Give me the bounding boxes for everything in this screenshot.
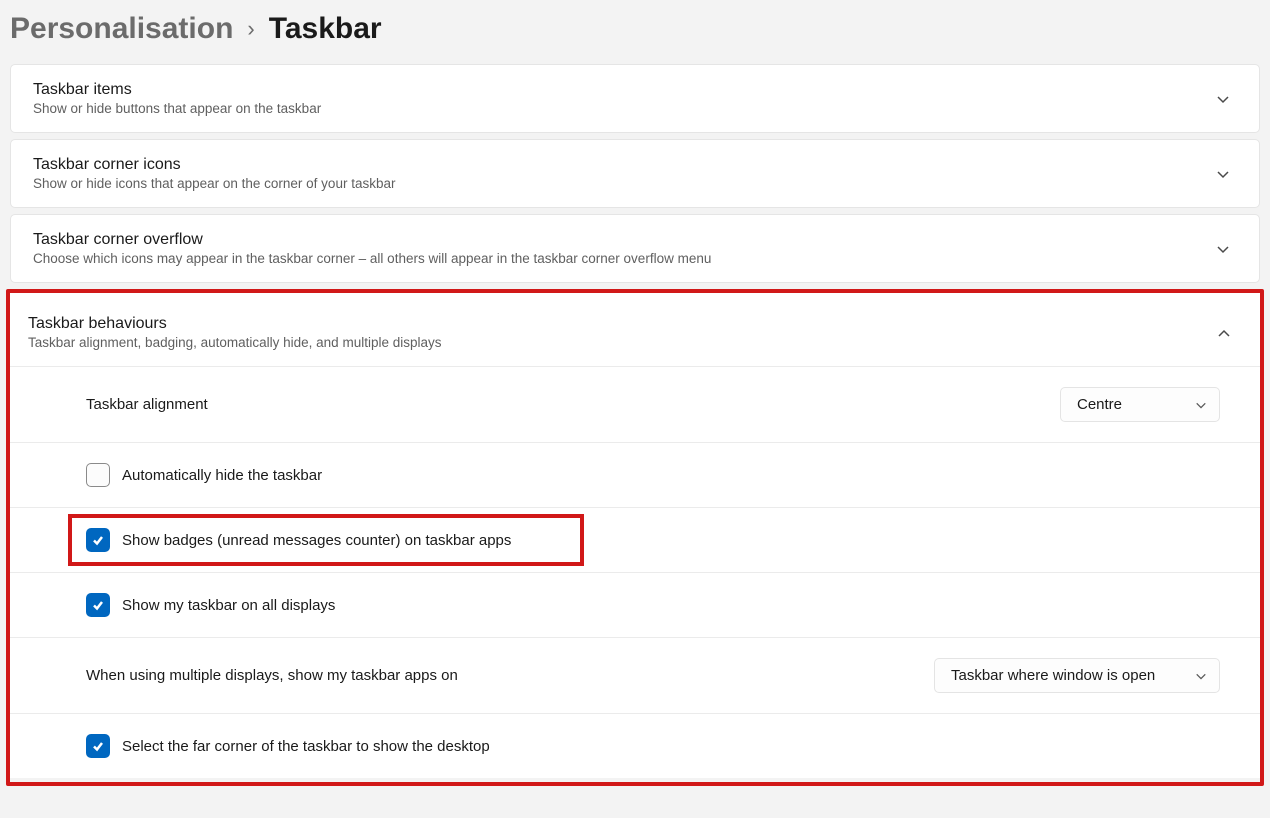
chevron-right-icon: › [247, 16, 254, 42]
breadcrumb-parent[interactable]: Personalisation [10, 12, 233, 46]
chevron-down-icon [1195, 399, 1207, 411]
setting-all-displays: Show my taskbar on all displays [10, 572, 1260, 637]
setting-autohide: Automatically hide the taskbar [10, 442, 1260, 507]
dropdown-value: Taskbar where window is open [951, 667, 1155, 684]
chevron-down-icon [1215, 166, 1231, 182]
section-desc: Show or hide icons that appear on the co… [33, 176, 1215, 191]
section-desc: Show or hide buttons that appear on the … [33, 101, 1215, 116]
setting-label: Automatically hide the taskbar [122, 467, 322, 484]
chevron-down-icon [1215, 241, 1231, 257]
chevron-down-icon [1195, 670, 1207, 682]
section-taskbar-items[interactable]: Taskbar items Show or hide buttons that … [10, 64, 1260, 133]
section-header[interactable]: Taskbar behaviours Taskbar alignment, ba… [10, 293, 1260, 366]
setting-label: Taskbar alignment [86, 396, 208, 413]
section-title: Taskbar behaviours [28, 315, 1216, 333]
setting-label: When using multiple displays, show my ta… [86, 667, 458, 684]
alignment-dropdown[interactable]: Centre [1060, 387, 1220, 422]
dropdown-value: Centre [1077, 396, 1122, 413]
section-taskbar-corner-icons[interactable]: Taskbar corner icons Show or hide icons … [10, 139, 1260, 208]
section-title: Taskbar corner overflow [33, 231, 1215, 249]
setting-label: Show badges (unread messages counter) on… [122, 532, 511, 549]
badges-checkbox[interactable] [86, 528, 110, 552]
setting-label: Select the far corner of the taskbar to … [122, 738, 490, 755]
section-header[interactable]: Taskbar corner icons Show or hide icons … [11, 140, 1259, 207]
chevron-down-icon [1215, 91, 1231, 107]
section-desc: Choose which icons may appear in the tas… [33, 251, 1215, 266]
check-icon [91, 739, 105, 753]
section-taskbar-behaviours: Taskbar behaviours Taskbar alignment, ba… [10, 293, 1260, 778]
setting-multi-displays: When using multiple displays, show my ta… [10, 637, 1260, 713]
breadcrumb: Personalisation › Taskbar [0, 0, 1270, 64]
chevron-up-icon [1216, 325, 1232, 341]
section-header[interactable]: Taskbar corner overflow Choose which ico… [11, 215, 1259, 282]
setting-show-badges: Show badges (unread messages counter) on… [10, 507, 1260, 572]
highlight-annotation: Taskbar behaviours Taskbar alignment, ba… [6, 289, 1264, 786]
section-title: Taskbar items [33, 81, 1215, 99]
check-icon [91, 598, 105, 612]
section-title: Taskbar corner icons [33, 156, 1215, 174]
multi-displays-dropdown[interactable]: Taskbar where window is open [934, 658, 1220, 693]
autohide-checkbox[interactable] [86, 463, 110, 487]
setting-label: Show my taskbar on all displays [122, 597, 335, 614]
section-taskbar-corner-overflow[interactable]: Taskbar corner overflow Choose which ico… [10, 214, 1260, 283]
setting-far-corner: Select the far corner of the taskbar to … [10, 713, 1260, 778]
section-desc: Taskbar alignment, badging, automaticall… [28, 335, 1216, 350]
setting-taskbar-alignment: Taskbar alignment Centre [10, 366, 1260, 442]
all-displays-checkbox[interactable] [86, 593, 110, 617]
far-corner-checkbox[interactable] [86, 734, 110, 758]
section-header[interactable]: Taskbar items Show or hide buttons that … [11, 65, 1259, 132]
page-title: Taskbar [269, 12, 382, 46]
check-icon [91, 533, 105, 547]
